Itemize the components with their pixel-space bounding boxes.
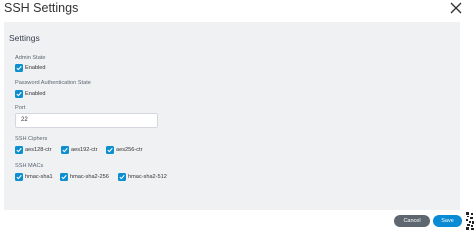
ssh-ciphers-label: SSH Ciphers bbox=[15, 136, 48, 142]
mac-hmac-sha2-512-label: hmac-sha2-512 bbox=[128, 174, 167, 180]
save-button[interactable]: Save bbox=[433, 215, 462, 227]
admin-state-label: Admin State bbox=[15, 55, 46, 61]
cipher-aes192-ctr-checkbox[interactable] bbox=[61, 146, 69, 154]
checkmark-icon bbox=[62, 147, 68, 153]
cipher-aes192-ctr-label: aes192-ctr bbox=[71, 147, 98, 153]
checkmark-icon bbox=[61, 174, 67, 180]
cipher-aes128-ctr-label: aes128-ctr bbox=[25, 147, 52, 153]
cipher-aes128-ctr-checkbox[interactable] bbox=[15, 146, 23, 154]
checkmark-icon bbox=[16, 147, 22, 153]
checkmark-icon bbox=[107, 147, 113, 153]
ssh-macs-label: SSH MACs bbox=[15, 163, 44, 169]
dialog-title: SSH Settings bbox=[4, 1, 79, 15]
password-auth-state-option-label: Enabled bbox=[25, 91, 46, 97]
port-input[interactable]: 22 bbox=[15, 113, 158, 128]
admin-state-option-label: Enabled bbox=[25, 65, 46, 71]
checkmark-icon bbox=[16, 91, 22, 97]
checkmark-icon bbox=[16, 65, 22, 71]
mac-hmac-sha2-256-checkbox[interactable] bbox=[60, 173, 68, 181]
checkmark-icon bbox=[119, 174, 125, 180]
dialog-header: SSH Settings bbox=[0, 0, 474, 20]
checkmark-icon bbox=[16, 174, 22, 180]
mac-hmac-sha2-512-checkbox[interactable] bbox=[118, 173, 126, 181]
mac-hmac-sha2-256-label: hmac-sha2-256 bbox=[70, 174, 109, 180]
admin-state-checkbox[interactable] bbox=[15, 64, 23, 72]
password-auth-state-checkbox[interactable] bbox=[15, 90, 23, 98]
qr-code-graphic bbox=[466, 212, 474, 230]
mac-hmac-sha1-label: hmac-sha1 bbox=[25, 174, 53, 180]
close-icon[interactable] bbox=[449, 1, 463, 15]
cipher-aes256-ctr-checkbox[interactable] bbox=[106, 146, 114, 154]
password-auth-state-label: Password Authentication State bbox=[15, 80, 91, 86]
mac-hmac-sha1-checkbox[interactable] bbox=[15, 173, 23, 181]
settings-panel: Settings Admin State Enabled Password Au… bbox=[4, 22, 460, 210]
port-label: Port bbox=[15, 105, 26, 111]
cipher-aes256-ctr-label: aes256-ctr bbox=[116, 147, 143, 153]
cancel-button[interactable]: Cancel bbox=[394, 215, 430, 227]
panel-title: Settings bbox=[9, 33, 40, 43]
